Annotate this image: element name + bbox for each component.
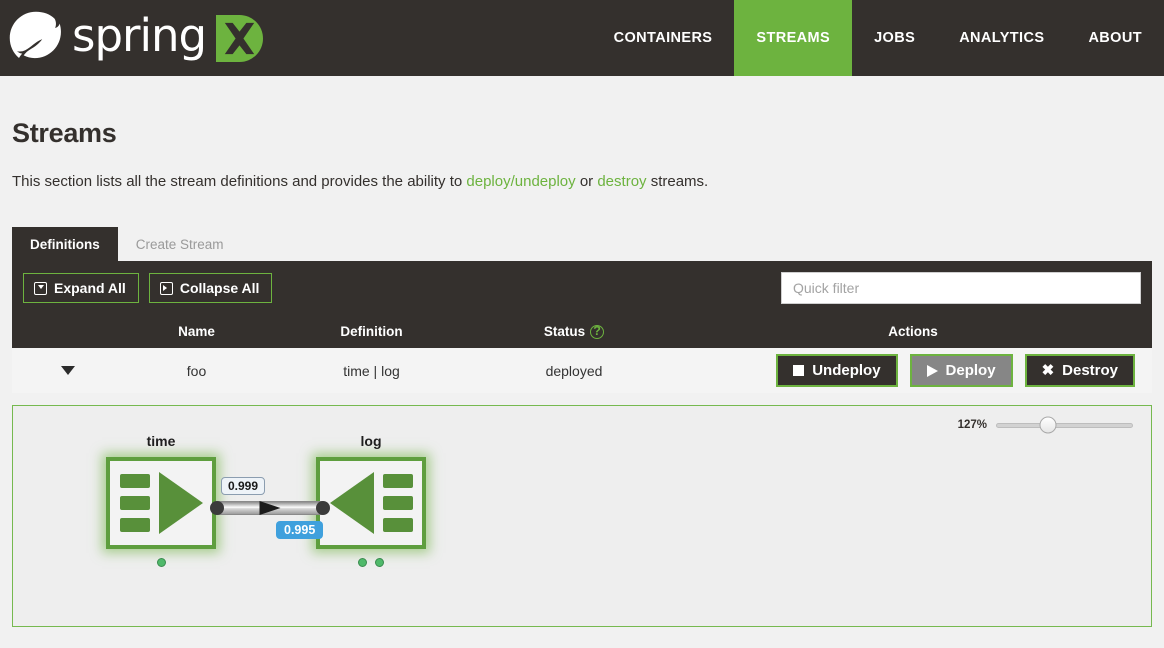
stream-diagram-panel: 127% time log 0.999 0.995	[12, 405, 1152, 627]
row-definition: time | log	[343, 362, 400, 379]
page-description-text-mid: or	[575, 173, 598, 190]
column-header-expander	[12, 315, 124, 348]
spring-leaf-logo-icon	[8, 10, 64, 66]
graph-link-arrow-icon	[259, 501, 281, 515]
graph-node-time: time	[106, 433, 216, 567]
column-header-definition: Definition	[340, 324, 403, 339]
graph-link-target-endpoint[interactable]	[316, 501, 330, 515]
graph-node-log-box[interactable]	[316, 457, 426, 549]
brand-logo[interactable]: spring	[0, 0, 264, 76]
close-x-icon: ✖	[1041, 362, 1055, 379]
sink-bars-icon	[382, 474, 413, 532]
page-description-text-1: This section lists all the stream defini…	[12, 173, 467, 190]
row-expander-caret-icon[interactable]	[61, 366, 75, 375]
bar-segment	[119, 474, 150, 488]
status-dot	[358, 558, 367, 567]
status-help-icon[interactable]: ?	[590, 325, 605, 339]
streams-table-body: foo time | log deployed Undeploy Deploy	[12, 348, 1152, 393]
graph-node-time-label: time	[146, 433, 176, 449]
stop-icon	[793, 365, 805, 376]
brand-wordmark: spring	[72, 9, 207, 62]
stream-graph: time log 0.999 0.995	[13, 406, 1151, 626]
graph-link-rate-badge-bottom[interactable]: 0.995	[276, 521, 324, 539]
spring-xd-logo-icon	[214, 14, 264, 62]
graph-link-source-endpoint[interactable]	[210, 501, 224, 515]
page-title: Streams	[12, 118, 117, 148]
column-header-status: Status?	[474, 315, 674, 348]
expand-all-label: Expand All	[54, 280, 126, 296]
streams-table: Name Definition Status? Actions foo time…	[12, 315, 1152, 393]
page-content: Streams This section lists all the strea…	[0, 118, 1164, 627]
nav-item-jobs[interactable]: JOBS	[852, 0, 937, 76]
bar-segment	[382, 518, 413, 532]
nav-item-streams[interactable]: STREAMS	[734, 0, 853, 76]
undeploy-label: Undeploy	[812, 362, 881, 379]
quick-filter-input[interactable]	[781, 272, 1141, 304]
bar-segment	[382, 474, 413, 488]
destroy-label: Destroy	[1062, 362, 1118, 379]
play-icon	[926, 364, 938, 377]
table-row: foo time | log deployed Undeploy Deploy	[12, 348, 1152, 393]
main-navigation: CONTAINERS STREAMS JOBS ANALYTICS ABOUT	[592, 0, 1164, 76]
top-navigation-bar: spring CONTAINERS STREAMS JOBS ANALYTICS…	[0, 0, 1164, 76]
deploy-label: Deploy	[945, 362, 996, 379]
row-status: deployed	[545, 362, 603, 379]
source-bars-icon	[119, 474, 150, 532]
deploy-button[interactable]: Deploy	[909, 354, 1013, 387]
graph-node-log-status-dots	[316, 558, 426, 567]
bar-segment	[119, 496, 150, 510]
destroy-link[interactable]: destroy	[597, 173, 646, 190]
row-name: foo	[186, 362, 207, 379]
column-header-status-label: Status	[543, 324, 586, 339]
column-header-name: Name	[178, 324, 215, 339]
sink-play-triangle-icon	[329, 472, 374, 534]
page-description-text-2: streams.	[646, 173, 709, 190]
deploy-undeploy-link[interactable]: deploy/undeploy	[466, 173, 575, 190]
expand-all-icon	[34, 281, 47, 295]
bar-segment	[119, 518, 150, 532]
status-dot	[156, 558, 166, 567]
page-description: This section lists all the stream defini…	[12, 173, 1152, 190]
graph-node-log: log	[316, 433, 426, 567]
bar-segment	[382, 496, 413, 510]
table-toolbar: Expand All Collapse All	[12, 261, 1152, 315]
collapse-all-label: Collapse All	[179, 280, 260, 296]
row-actions-cell: Undeploy Deploy ✖ Destroy	[674, 348, 1152, 393]
streams-table-head: Name Definition Status? Actions	[12, 315, 1152, 348]
graph-link-rate-badge-top[interactable]: 0.999	[221, 477, 266, 495]
graph-node-log-label: log	[360, 433, 382, 449]
nav-item-containers[interactable]: CONTAINERS	[592, 0, 735, 76]
status-dot	[375, 558, 384, 567]
nav-item-about[interactable]: ABOUT	[1066, 0, 1164, 76]
nav-item-analytics[interactable]: ANALYTICS	[937, 0, 1066, 76]
source-play-triangle-icon	[158, 472, 203, 534]
column-header-actions: Actions	[888, 324, 938, 339]
table-header-row: Name Definition Status? Actions	[12, 315, 1152, 348]
expand-all-button[interactable]: Expand All	[23, 273, 139, 303]
collapse-all-button[interactable]: Collapse All	[148, 273, 273, 303]
graph-node-time-box[interactable]	[106, 457, 216, 549]
graph-link: 0.999 0.995	[210, 477, 330, 539]
destroy-button[interactable]: ✖ Destroy	[1024, 354, 1135, 387]
tab-definitions[interactable]: Definitions	[12, 226, 118, 261]
graph-node-time-status-dots	[106, 558, 216, 567]
tab-bar: Definitions Create Stream	[12, 222, 1152, 261]
undeploy-button[interactable]: Undeploy	[776, 354, 898, 387]
collapse-all-icon	[159, 281, 173, 295]
graph-link-pipe[interactable]	[210, 501, 330, 515]
tab-create-stream[interactable]: Create Stream	[118, 227, 242, 262]
row-expander-cell	[12, 348, 124, 393]
